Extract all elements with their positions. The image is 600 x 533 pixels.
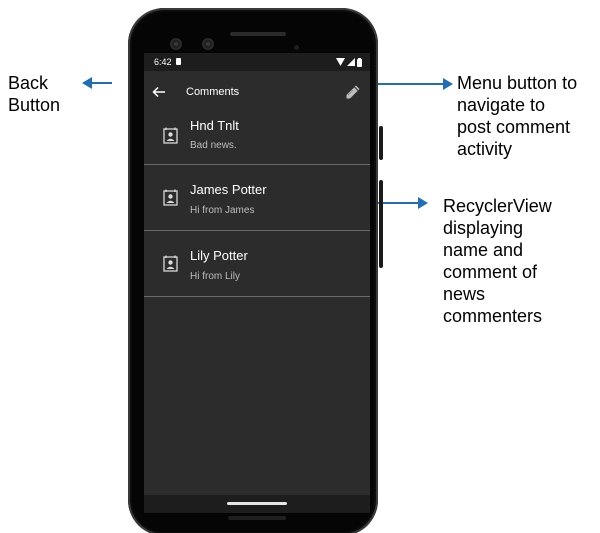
front-camera-left <box>170 38 182 50</box>
arrow-back-icon <box>152 86 165 98</box>
back-button-arrow <box>82 77 112 89</box>
earpiece-speaker <box>230 32 286 36</box>
menu-button-annotation: Menu button to navigate to post comment … <box>457 73 578 159</box>
contact-card-icon <box>163 255 178 272</box>
list-item[interactable]: Hnd Tnlt Bad news. <box>144 115 370 165</box>
annotated-screenshot: Back Button Menu button to navigate to p… <box>0 0 600 533</box>
navigation-bar <box>144 495 370 513</box>
sim-card-icon <box>176 58 181 65</box>
status-time: 6:42 <box>154 57 172 67</box>
contact-card-icon <box>163 189 178 206</box>
comments-recyclerview[interactable]: Hnd Tnlt Bad news. James Potter Hi from … <box>144 115 370 297</box>
page-title: Comments <box>186 86 240 98</box>
signal-icon <box>347 58 355 66</box>
status-icons <box>336 57 362 67</box>
phone-frame: 6:42 Comments Hnd Tnlt Bad news. James P… <box>128 8 383 533</box>
commenter-name: Hnd Tnlt <box>190 118 239 133</box>
back-button-annotation: Back Button <box>8 73 61 115</box>
power-button <box>379 126 383 160</box>
menu-button-arrow <box>377 78 453 90</box>
list-item[interactable]: James Potter Hi from James <box>144 165 370 231</box>
proximity-sensor <box>294 45 299 50</box>
post-comment-menu-button[interactable] <box>342 81 364 103</box>
comment-text: Hi from Lily <box>190 271 241 282</box>
pencil-icon <box>346 85 360 99</box>
wifi-icon <box>336 58 345 66</box>
commenter-name: Lily Potter <box>190 248 248 263</box>
front-camera-right <box>202 38 214 50</box>
volume-button <box>379 180 383 268</box>
battery-icon <box>357 57 362 67</box>
recyclerview-annotation: RecyclerView displaying name and comment… <box>443 196 552 326</box>
contact-card-icon <box>163 127 178 144</box>
bottom-speaker <box>228 516 286 520</box>
comment-text: Hi from James <box>190 205 255 216</box>
comment-text: Bad news. <box>190 140 237 151</box>
app-bar: Comments <box>144 71 370 115</box>
back-button[interactable] <box>150 83 168 101</box>
home-gesture-pill[interactable] <box>227 502 287 505</box>
app-screen: 6:42 Comments Hnd Tnlt Bad news. James P… <box>144 53 370 513</box>
phone-body: 6:42 Comments Hnd Tnlt Bad news. James P… <box>132 12 374 532</box>
status-bar: 6:42 <box>144 53 370 71</box>
commenter-name: James Potter <box>190 182 267 197</box>
list-item[interactable]: Lily Potter Hi from Lily <box>144 231 370 297</box>
